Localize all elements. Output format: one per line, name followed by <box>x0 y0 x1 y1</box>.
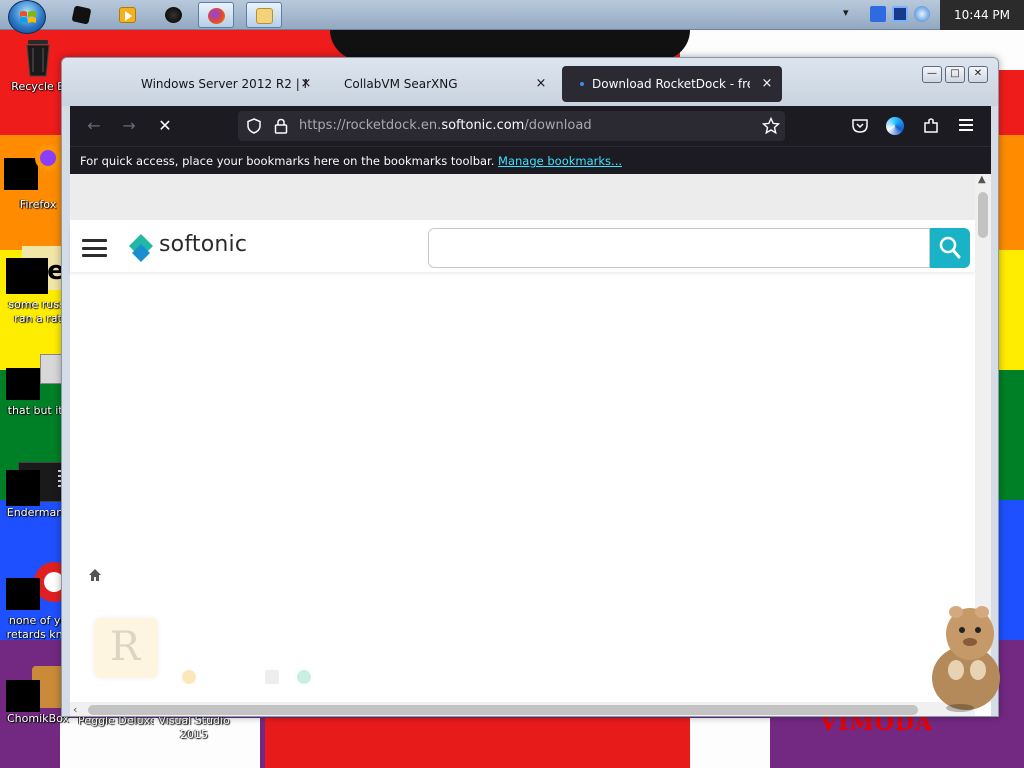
bookmarks-toolbar: For quick access, place your bookmarks h… <box>70 146 991 174</box>
stop-loading-button[interactable]: ✕ <box>154 115 176 137</box>
tab-download-rocketdock[interactable]: Download RocketDock - free - × <box>562 66 782 102</box>
tab-strip: Windows Server 2012 R2 | Micro × CollabV… <box>62 58 998 106</box>
window-icon <box>6 352 74 400</box>
tab-close-icon[interactable]: × <box>531 66 551 102</box>
taskbar-button-explorer[interactable] <box>246 2 282 28</box>
maximize-button[interactable]: □ <box>945 66 965 83</box>
navigation-toolbar: ← → ✕ https://rocketdock.en.softonic.com… <box>70 106 991 146</box>
tab-label: CollabVM SearXNG <box>344 77 458 91</box>
black-cube-icon <box>71 5 92 25</box>
back-button[interactable]: ← <box>83 115 105 137</box>
lock-icon[interactable] <box>274 118 288 134</box>
play-icon <box>119 7 136 23</box>
ad-banner-placeholder <box>70 174 975 220</box>
taskbar-button-cube[interactable] <box>64 2 100 28</box>
bookmark-star-icon[interactable] <box>762 117 780 135</box>
url-text[interactable]: https://rocketdock.en.softonic.com/downl… <box>299 111 592 141</box>
pocket-icon[interactable] <box>851 117 869 135</box>
recycle-bin-icon <box>18 36 58 77</box>
hamburger-menu-icon[interactable] <box>82 239 107 257</box>
tab-windows-server[interactable]: Windows Server 2012 R2 | Micro × <box>122 66 322 102</box>
desktop-hamster-pet[interactable] <box>920 600 1010 712</box>
hamster-box-icon: ox <box>6 666 78 712</box>
faint-shield-check-icon <box>297 670 311 684</box>
wallpaper-white-bottom-right <box>690 718 770 768</box>
document-icon: e <box>6 246 66 294</box>
account-icon[interactable] <box>886 117 904 135</box>
taskbar-clock[interactable]: 10:44 PM <box>940 0 1024 30</box>
taskbar: ▾ 10:44 PM <box>0 0 1024 34</box>
minimize-button[interactable]: — <box>922 66 942 83</box>
app-thumbnail: R <box>94 618 158 678</box>
taskbar-button-media[interactable] <box>110 2 146 28</box>
search-button[interactable] <box>930 228 970 268</box>
red-circle-icon <box>6 562 74 610</box>
softonic-logo-icon[interactable] <box>126 232 156 264</box>
wallpaper-black-shape <box>330 30 690 60</box>
close-window-button[interactable]: ✕ <box>968 66 988 83</box>
tab-close-icon[interactable]: × <box>296 66 316 102</box>
search-input[interactable] <box>428 228 930 268</box>
softonic-header: softonic <box>70 224 975 272</box>
search-icon <box>939 236 961 259</box>
scroll-up-icon[interactable]: ▲ <box>978 174 986 185</box>
loading-indicator-icon <box>580 82 584 86</box>
url-host: softonic.com <box>441 118 525 133</box>
tab-collabvm-searxng[interactable]: CollabVM SearXNG × <box>325 66 553 102</box>
horizontal-scroll-thumb[interactable] <box>88 705 918 715</box>
home-icon[interactable] <box>88 568 102 582</box>
horizontal-scrollbar[interactable]: ‹ <box>70 702 975 716</box>
faint-file-icon <box>265 670 279 684</box>
forward-button[interactable]: → <box>118 115 140 137</box>
folder-icon <box>256 8 273 24</box>
firefox-icon <box>208 8 225 24</box>
softonic-logo-text[interactable]: softonic <box>159 232 247 257</box>
firefox-icon <box>4 140 61 190</box>
network-icon[interactable] <box>870 6 886 22</box>
terminal-icon <box>6 462 76 506</box>
menu-icon[interactable] <box>959 119 973 131</box>
faint-star-icon <box>182 670 196 684</box>
start-button[interactable] <box>8 0 46 34</box>
tab-label: Windows Server 2012 R2 | Micro <box>141 77 307 91</box>
wallpaper-red-bottom <box>265 718 690 768</box>
url-prefix: https://rocketdock.en. <box>299 118 442 133</box>
manage-bookmarks-link[interactable]: Manage bookmarks... <box>498 154 622 168</box>
vertical-scroll-thumb[interactable] <box>978 192 988 238</box>
page-content: softonic R ▲ ‹ <box>70 174 991 716</box>
scroll-left-icon[interactable]: ‹ <box>73 702 77 716</box>
new-tab-button[interactable] <box>807 66 837 102</box>
shield-icon[interactable] <box>246 118 262 134</box>
monitor-icon[interactable] <box>892 6 908 22</box>
windows-flag-icon <box>20 11 36 23</box>
desktop-icon-label-line2: 2015 <box>180 728 208 741</box>
black-orb-icon <box>165 7 182 23</box>
globe-icon[interactable] <box>914 6 930 22</box>
taskbar-button-orb[interactable] <box>156 2 192 28</box>
taskbar-button-firefox[interactable] <box>198 2 234 28</box>
tray-expand-icon[interactable]: ▾ <box>843 6 849 19</box>
tab-label: Download RocketDock - free - <box>592 77 750 91</box>
app-thumbnail-letter: R <box>110 624 141 670</box>
firefox-window: Windows Server 2012 R2 | Micro × CollabV… <box>61 57 999 717</box>
bookmarks-hint-text: For quick access, place your bookmarks h… <box>80 154 495 168</box>
system-tray: ▾ <box>840 1 940 29</box>
tab-close-icon[interactable]: × <box>757 66 777 102</box>
extensions-icon[interactable] <box>922 117 940 135</box>
url-path: /download <box>524 118 592 133</box>
url-bar[interactable]: https://rocketdock.en.softonic.com/downl… <box>238 111 785 141</box>
